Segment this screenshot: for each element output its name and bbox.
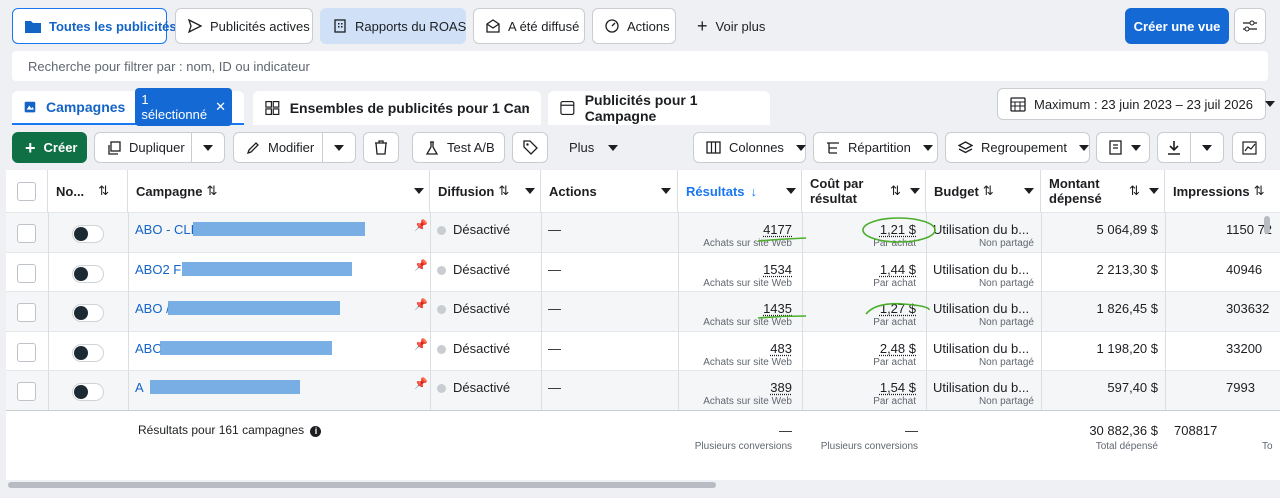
highlight-circle — [862, 217, 936, 243]
highlight-circle — [865, 302, 930, 315]
horizontal-scrollbar[interactable] — [8, 482, 716, 488]
highlight-underline — [757, 315, 807, 319]
highlight-underline — [757, 237, 807, 242]
annotation-overlay — [757, 217, 936, 319]
